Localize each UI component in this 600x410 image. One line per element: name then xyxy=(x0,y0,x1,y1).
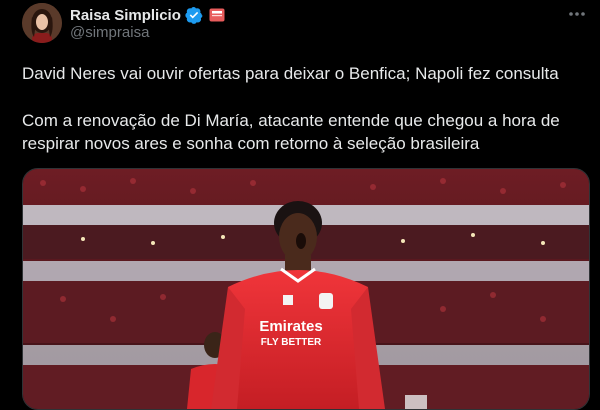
author-display-name[interactable]: Raisa Simplicio xyxy=(70,7,181,24)
tweet-body: Com a renovação de Di María, atacante en… xyxy=(22,111,560,153)
tweet-card: Raisa Simplicio @simpraisa David Neres v… xyxy=(0,0,600,410)
more-options-icon[interactable] xyxy=(566,3,588,25)
jersey-sponsor-line1: Emirates xyxy=(259,318,322,335)
tweet-headline: David Neres vai ouvir ofertas para deixa… xyxy=(22,64,559,83)
football-player-photo: Emirates FLY BETTER xyxy=(23,169,589,409)
verified-badge-icon xyxy=(185,6,203,24)
tweet-media-photo[interactable]: Emirates FLY BETTER xyxy=(22,168,590,410)
affiliate-badge-icon[interactable] xyxy=(209,8,225,22)
author-handle[interactable]: @simpraisa xyxy=(70,24,149,41)
author-avatar[interactable] xyxy=(22,3,62,43)
author-name-row: Raisa Simplicio xyxy=(70,5,225,25)
jersey-sponsor-line2: FLY BETTER xyxy=(261,337,322,348)
